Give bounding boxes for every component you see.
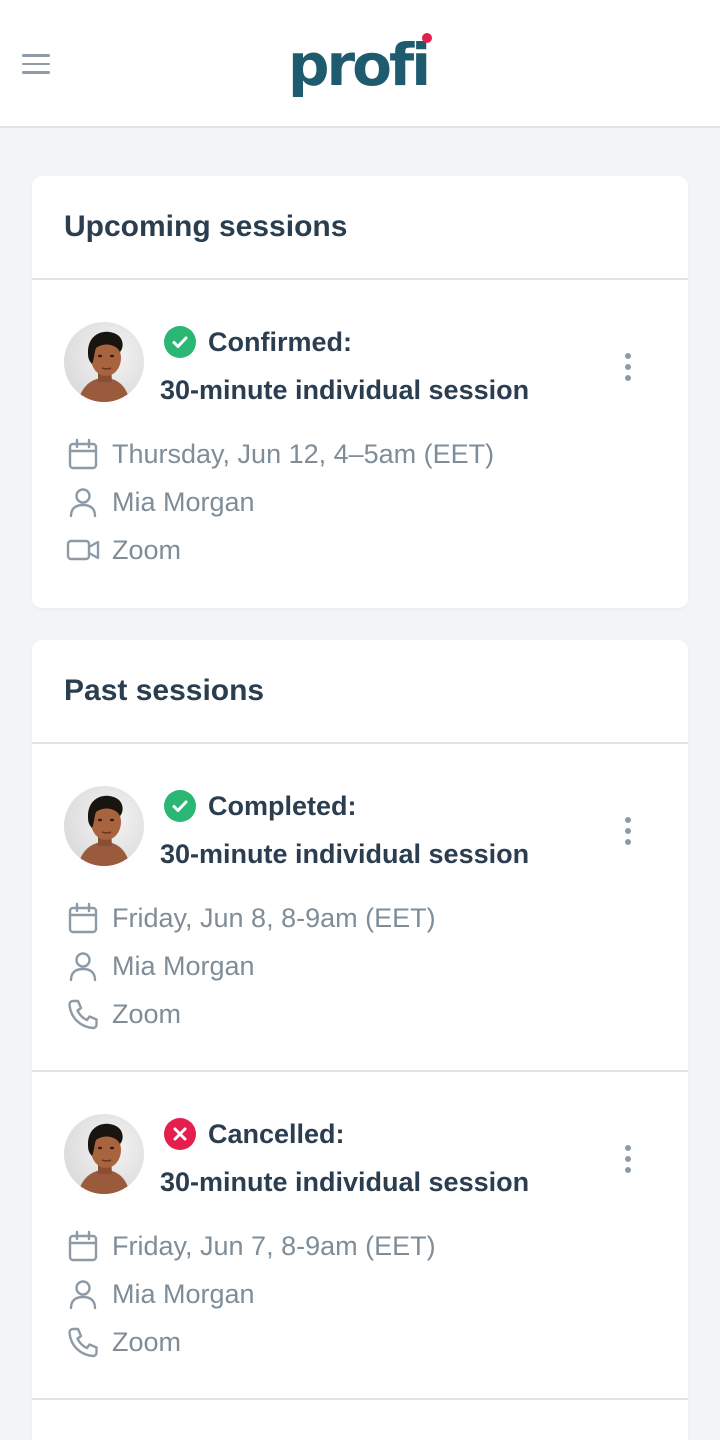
more-options-icon[interactable] [614, 1142, 642, 1176]
user-icon [69, 952, 97, 982]
avatar [64, 1114, 144, 1194]
person-text: Mia Morgan [112, 1279, 255, 1309]
datetime-text: Friday, Jun 7, 8-9am (EET) [112, 1231, 436, 1261]
app-header: profi [0, 0, 720, 128]
person-text: Mia Morgan [112, 487, 255, 517]
logo-dot [422, 33, 432, 43]
calendar-icon [68, 438, 98, 470]
calendar-icon [68, 1230, 98, 1262]
hamburger-menu-icon[interactable] [22, 54, 50, 78]
location-text: Zoom [112, 1327, 182, 1357]
person-text: Mia Morgan [112, 951, 255, 981]
session-datetime: Friday, Jun 7, 8-9am (EET) [66, 1228, 646, 1264]
location-text: Zoom [112, 999, 182, 1029]
session-person: Mia Morgan [66, 484, 646, 520]
check-circle-icon [164, 790, 196, 822]
status-label: Cancelled: [208, 1119, 345, 1149]
session-item[interactable]: Confirmed: 30-minute individual session … [32, 280, 688, 608]
calendar-icon [68, 902, 98, 934]
location-text: Zoom [112, 535, 182, 565]
session-location: Zoom [66, 1324, 646, 1360]
cancel-circle-icon [164, 1118, 196, 1150]
user-icon [69, 1280, 97, 1310]
status-label: Completed: [208, 791, 357, 821]
datetime-text: Friday, Jun 8, 8-9am (EET) [112, 903, 436, 933]
upcoming-sessions-card: Upcoming sessions Confirmed: 30-minute i… [32, 176, 688, 608]
session-item[interactable]: Completed: 30-minute individual session … [32, 744, 688, 1072]
datetime-text: Thursday, Jun 12, 4–5am (EET) [112, 439, 495, 469]
session-datetime: Thursday, Jun 12, 4–5am (EET) [66, 436, 646, 472]
profi-logo[interactable]: profi [288, 30, 438, 100]
video-camera-icon [66, 539, 100, 561]
session-item[interactable]: Cancelled: 30-minute individual session … [32, 1072, 688, 1400]
session-title: 30-minute individual session [160, 839, 530, 869]
session-person: Mia Morgan [66, 1276, 646, 1312]
user-icon [69, 488, 97, 518]
phone-icon [68, 1327, 98, 1358]
more-options-icon[interactable] [614, 814, 642, 848]
check-circle-icon [164, 326, 196, 358]
past-sessions-card: Past sessions Completed: 30-minute indiv… [32, 640, 688, 1440]
avatar [64, 786, 144, 866]
session-person: Mia Morgan [66, 948, 646, 984]
session-location: Zoom [66, 532, 646, 568]
more-options-icon[interactable] [614, 350, 642, 384]
upcoming-sessions-title: Upcoming sessions [64, 210, 348, 243]
session-datetime: Friday, Jun 8, 8-9am (EET) [66, 900, 646, 936]
logo-text: profi [288, 31, 431, 99]
card-header: Past sessions [32, 640, 688, 744]
status-label: Confirmed: [208, 327, 352, 357]
session-location: Zoom [66, 996, 646, 1032]
card-header: Upcoming sessions [32, 176, 688, 280]
session-title: 30-minute individual session [160, 1167, 530, 1197]
session-title: 30-minute individual session [160, 375, 530, 405]
avatar [64, 322, 144, 402]
past-sessions-title: Past sessions [64, 674, 265, 707]
phone-icon [68, 999, 98, 1030]
